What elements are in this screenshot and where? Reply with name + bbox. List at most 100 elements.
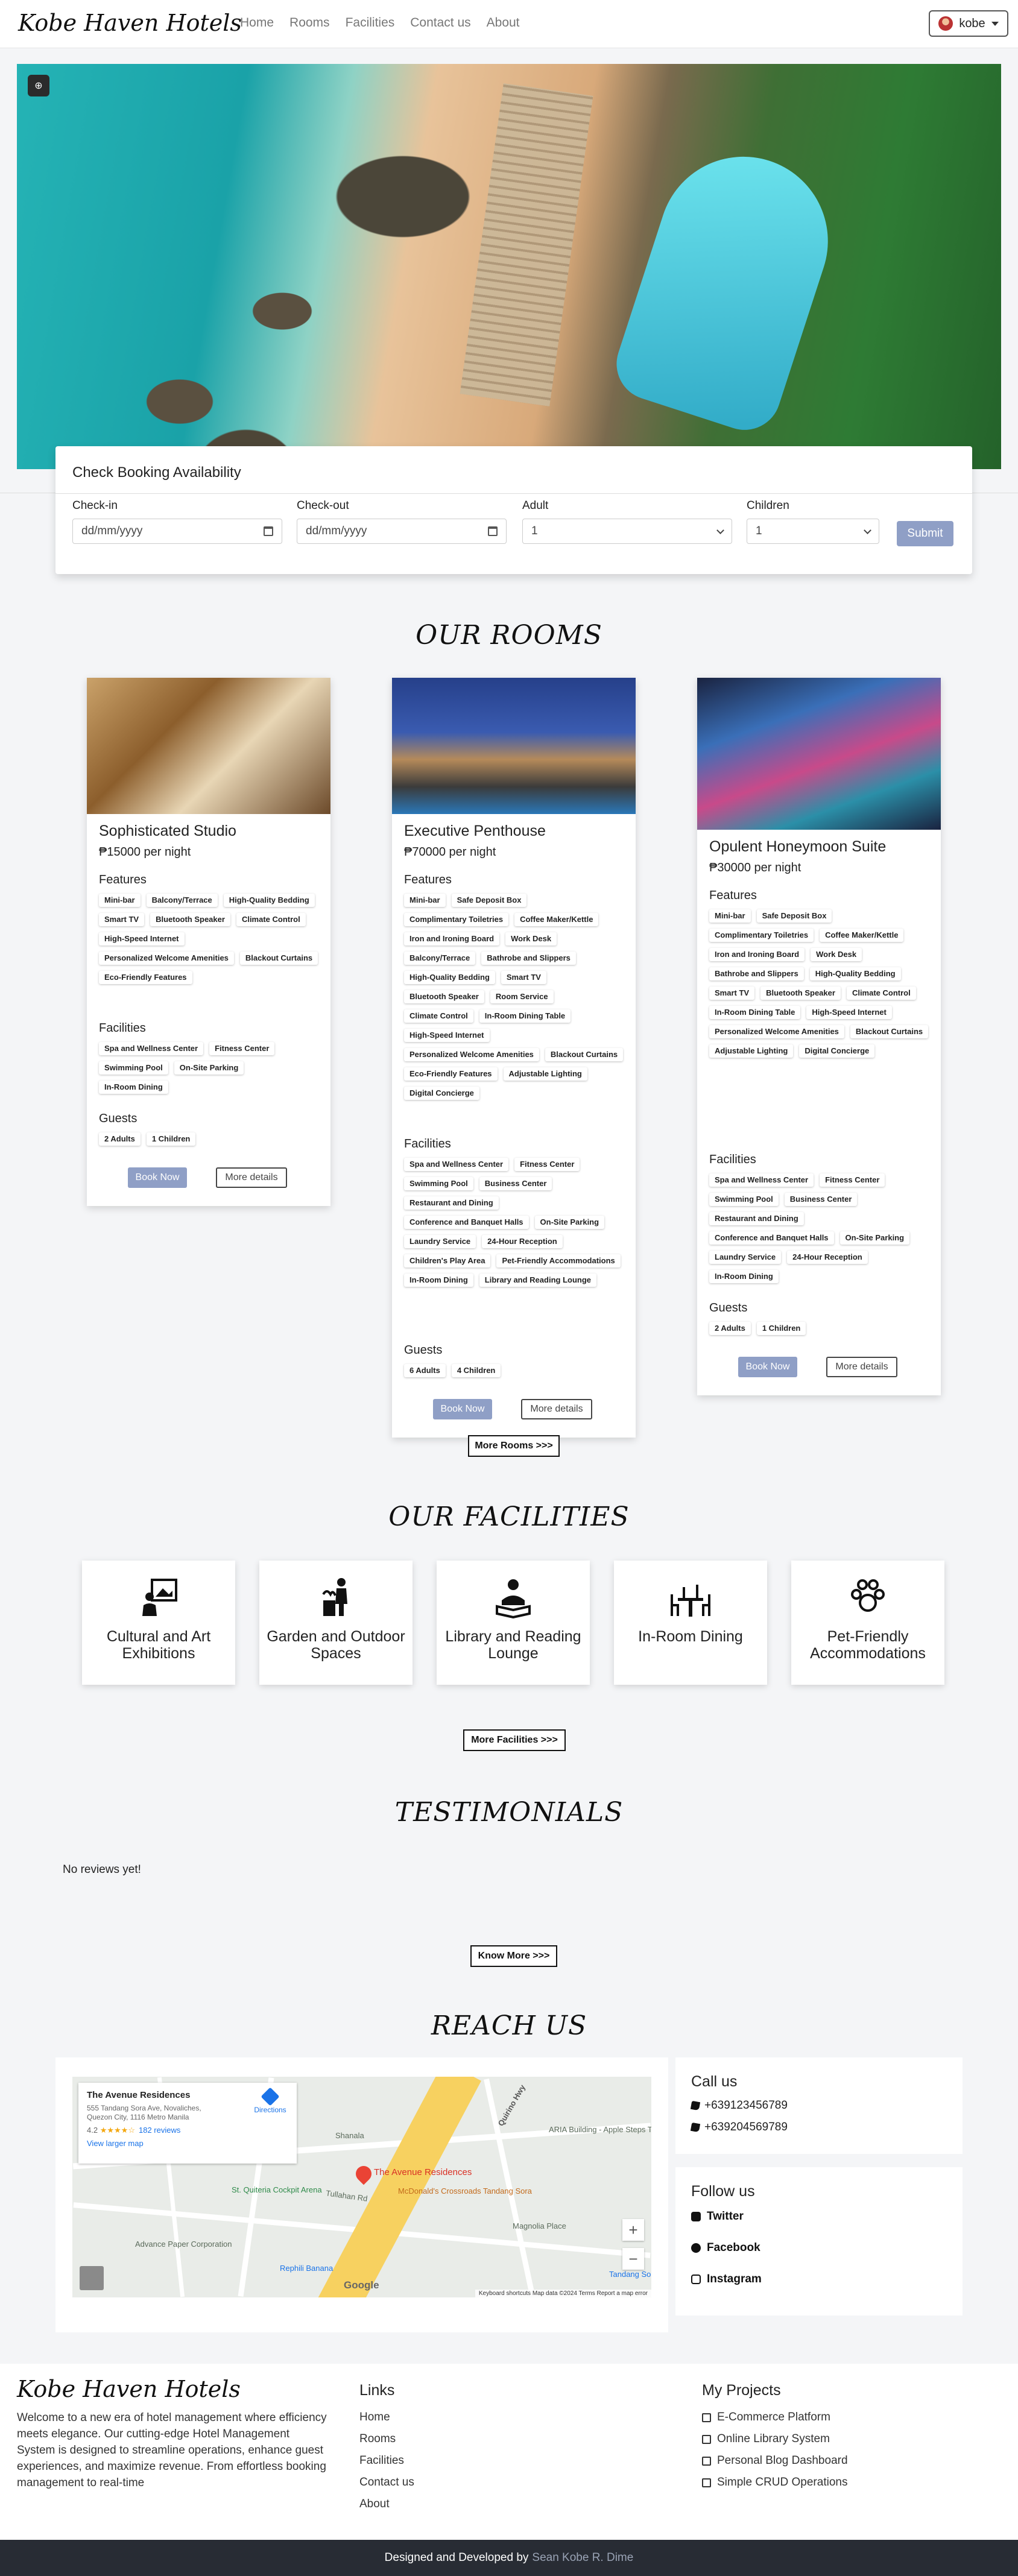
room-card: Opulent Honeymoon Suite ₱30000 per night F… xyxy=(697,678,941,1395)
room-guest-tag: 6 Adults xyxy=(404,1364,446,1377)
project-link[interactable]: Simple CRUD Operations xyxy=(702,2476,848,2489)
room-facilitie-tag: Swimming Pool xyxy=(99,1061,168,1075)
book-now-button[interactable]: Book Now xyxy=(738,1357,797,1377)
adult-select[interactable]: 1 xyxy=(522,519,732,544)
cart-icon xyxy=(702,2413,711,2422)
room-feature-tag: High-Quality Bedding xyxy=(809,967,901,980)
facility-name: Pet-Friendly Accommodations xyxy=(810,1628,926,1662)
nav-link-rooms[interactable]: Rooms xyxy=(289,16,330,30)
room-feature-tag: Bathrobe and Slippers xyxy=(481,952,576,965)
more-details-button[interactable]: More details xyxy=(521,1399,592,1419)
map-footer[interactable]: Keyboard shortcuts Map data ©2024 Terms … xyxy=(475,2290,651,2297)
calendar-icon[interactable] xyxy=(488,526,498,536)
room-guests-tags: 2 Adults 1 Children xyxy=(709,1322,929,1335)
room-feature-tag: In-Room Dining Table xyxy=(479,1009,571,1023)
checkout-input[interactable]: dd/mm/yyyy xyxy=(297,519,507,544)
room-facilitie-tag: Spa and Wellness Center xyxy=(404,1158,509,1171)
paw-icon xyxy=(851,1579,885,1612)
book-now-button[interactable]: Book Now xyxy=(128,1167,187,1188)
facility-card[interactable]: Garden and Outdoor Spaces xyxy=(259,1561,413,1685)
credit-name-link[interactable]: Sean Kobe R. Dime xyxy=(532,2551,633,2565)
room-facilitie-tag: Spa and Wellness Center xyxy=(709,1173,814,1187)
map-pin-label: The Avenue Residences xyxy=(374,2167,472,2177)
phone-icon xyxy=(690,2122,701,2133)
directions-icon xyxy=(261,2087,280,2106)
footer-link-about[interactable]: About xyxy=(359,2498,414,2511)
facility-name: Library and Reading Lounge xyxy=(445,1628,581,1662)
view-larger-map-link[interactable]: View larger map xyxy=(87,2139,288,2148)
calendar-icon[interactable] xyxy=(264,526,273,536)
room-guests-label: Guests xyxy=(99,1112,138,1125)
room-feature-tag: Work Desk xyxy=(505,932,557,945)
facility-card[interactable]: Cultural and Art Exhibitions xyxy=(82,1561,235,1685)
room-facilitie-tag: Restaurant and Dining xyxy=(404,1196,499,1210)
footer-link-rooms[interactable]: Rooms xyxy=(359,2432,414,2446)
phone-line[interactable]: +639204569789 xyxy=(690,2121,947,2134)
facility-card[interactable]: In-Room Dining xyxy=(614,1561,767,1685)
nav-link-about[interactable]: About xyxy=(487,16,520,30)
project-link[interactable]: Online Library System xyxy=(702,2432,848,2446)
phone-icon xyxy=(690,2100,701,2111)
know-more-button[interactable]: Know More >>> xyxy=(470,1945,557,1967)
footer-link-contact[interactable]: Contact us xyxy=(359,2476,414,2489)
more-details-button[interactable]: More details xyxy=(826,1357,897,1377)
room-facilitie-tag: In-Room Dining xyxy=(99,1081,168,1094)
footer-description: Welcome to a new era of hotel management… xyxy=(17,2411,327,2489)
nav-link-facilities[interactable]: Facilities xyxy=(346,16,395,30)
more-facilities-button[interactable]: More Facilities >>> xyxy=(463,1729,566,1751)
zoom-out-button[interactable]: − xyxy=(622,2248,644,2270)
map-pin-icon[interactable] xyxy=(352,2162,375,2185)
room-feature-tag: Bluetooth Speaker xyxy=(404,990,484,1003)
room-feature-tag: Room Service xyxy=(490,990,554,1003)
directions-button[interactable]: Directions xyxy=(252,2087,288,2114)
no-reviews-text: No reviews yet! xyxy=(63,1863,141,1876)
facility-card[interactable]: Pet-Friendly Accommodations xyxy=(791,1561,944,1685)
room-guests-tags: 6 Adults 4 Children xyxy=(404,1364,624,1377)
room-facilitie-tag: Fitness Center xyxy=(209,1042,275,1055)
room-feature-tag: High-Speed Internet xyxy=(806,1006,892,1019)
nav-link-contact[interactable]: Contact us xyxy=(410,16,470,30)
brand-logo[interactable]: Kobe Haven Hotels xyxy=(18,10,242,36)
booking-title: Check Booking Availability xyxy=(72,464,241,481)
submit-button[interactable]: Submit xyxy=(897,521,953,546)
facility-card[interactable]: Library and Reading Lounge xyxy=(437,1561,590,1685)
room-guest-tag: 2 Adults xyxy=(99,1132,141,1146)
more-rooms-button[interactable]: More Rooms >>> xyxy=(468,1435,560,1457)
project-link[interactable]: E-Commerce Platform xyxy=(702,2411,848,2424)
footer-projects-title: My Projects xyxy=(702,2382,781,2399)
phone-line[interactable]: +639123456789 xyxy=(690,2099,947,2112)
room-facilitie-tag: Conference and Banquet Halls xyxy=(709,1231,834,1245)
copyright-bar: Designed and Developed by Sean Kobe R. D… xyxy=(0,2540,1018,2576)
footer-link-facilities[interactable]: Facilities xyxy=(359,2454,414,2467)
google-map[interactable]: Quirino Hwy St. Quiteria Cockpit Arena M… xyxy=(72,2077,651,2297)
room-feature-tag: Work Desk xyxy=(811,948,862,961)
hero-carousel-image: ⊕ xyxy=(17,64,1001,469)
room-facilitie-tag: On-Site Parking xyxy=(839,1231,910,1245)
user-menu-button[interactable]: kobe xyxy=(929,10,1008,37)
twitter-link[interactable]: Twitter xyxy=(691,2210,947,2223)
project-link[interactable]: Personal Blog Dashboard xyxy=(702,2454,848,2467)
facility-name: Garden and Outdoor Spaces xyxy=(267,1628,405,1662)
street-view-icon[interactable] xyxy=(80,2266,104,2290)
facebook-link[interactable]: Facebook xyxy=(691,2241,947,2255)
book-now-button[interactable]: Book Now xyxy=(433,1399,492,1419)
book-icon xyxy=(702,2434,711,2444)
checkin-input[interactable]: dd/mm/yyyy xyxy=(72,519,282,544)
avatar xyxy=(938,16,953,31)
room-name: Opulent Honeymoon Suite xyxy=(709,838,887,855)
zoom-in-button[interactable]: + xyxy=(622,2219,644,2241)
room-feature-tag: Mini-bar xyxy=(99,894,141,907)
room-guests-label: Guests xyxy=(404,1343,443,1357)
room-features-tags: Mini-bar Balcony/Terrace High-Quality Bedd… xyxy=(99,894,318,984)
children-field: Children 1 xyxy=(747,499,879,544)
footer-link-home[interactable]: Home xyxy=(359,2411,414,2424)
room-facilitie-tag: Restaurant and Dining xyxy=(709,1212,804,1225)
children-select[interactable]: 1 xyxy=(747,519,879,544)
map-reviews-link[interactable]: 182 reviews xyxy=(139,2126,180,2135)
expand-icon[interactable]: ⊕ xyxy=(28,75,49,96)
more-details-button[interactable]: More details xyxy=(216,1167,287,1188)
nav-link-home[interactable]: Home xyxy=(240,16,274,30)
instagram-link[interactable]: Instagram xyxy=(691,2273,947,2286)
room-price: ₱30000 per night xyxy=(709,861,801,874)
room-facilitie-tag: 24-Hour Reception xyxy=(482,1235,563,1248)
